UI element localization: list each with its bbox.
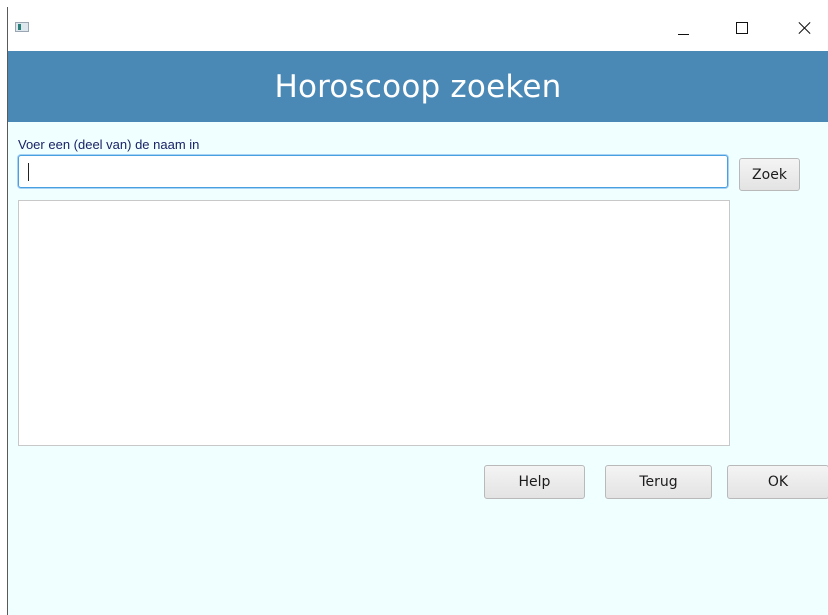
close-icon[interactable]	[782, 7, 828, 51]
minimize-icon[interactable]	[660, 7, 706, 51]
app-window: Horoscoop zoeken Voer een (deel van) de …	[7, 7, 828, 615]
title-bar[interactable]	[8, 7, 828, 51]
search-prompt-label: Voer een (deel van) de naam in	[18, 137, 200, 152]
page-title: Horoscoop zoeken	[274, 68, 562, 105]
maximize-icon[interactable]	[719, 7, 765, 51]
search-button[interactable]: Zoek	[739, 158, 800, 191]
text-caret	[28, 163, 29, 181]
ok-button[interactable]: OK	[727, 465, 828, 499]
app-icon	[15, 22, 29, 32]
search-input[interactable]	[18, 155, 728, 188]
header-banner: Horoscoop zoeken	[8, 51, 828, 122]
back-button[interactable]: Terug	[605, 465, 712, 499]
help-button[interactable]: Help	[484, 465, 585, 499]
results-list[interactable]	[18, 200, 730, 446]
